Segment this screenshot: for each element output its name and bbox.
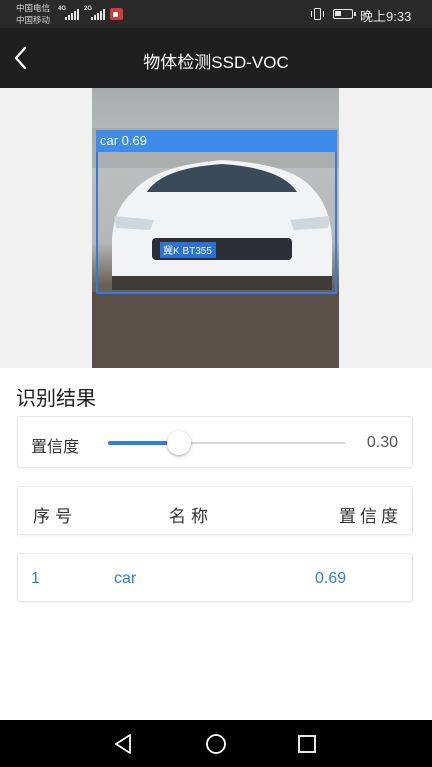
screen-record-icon [110,8,123,20]
column-header-confidence: 置信度 [339,507,402,526]
detection-image[interactable]: 冀K BT355 car 0.69 [92,88,339,368]
results-table-header: 序号 名称 置信度 [17,486,413,535]
slider-thumb[interactable] [167,431,191,455]
row-name: car [114,570,137,587]
confidence-label: 置信度 [31,439,80,456]
nav-home-icon [206,734,226,754]
nav-home-button[interactable] [202,730,230,758]
image-preview-area: 冀K BT355 car 0.69 [0,88,432,368]
confidence-value: 0.30 [366,434,398,451]
battery-icon [333,9,356,19]
detection-box [96,130,337,294]
confidence-slider[interactable] [108,431,346,455]
row-index: 1 [31,570,40,587]
app-header: 物体检测SSD-VOC [0,28,432,88]
column-header-name: 名称 [169,507,213,526]
column-header-index: 序号 [33,507,77,526]
status-time: 晚上9:33 [360,9,412,24]
results-title: 识别结果 [16,388,96,410]
row-confidence: 0.69 [315,570,347,587]
nav-back-button[interactable] [110,730,138,758]
nav-back-icon [115,734,131,754]
page-title: 物体检测SSD-VOC [143,53,289,72]
status-bar: 中国电信 中国移动 4G 2G 晚上9:33 [0,0,432,28]
carrier-info: 中国电信 中国移动 [16,2,50,26]
detection-label: car 0.69 [96,130,337,152]
vibrate-icon [310,7,325,21]
table-row[interactable]: 1 car 0.69 [17,553,413,602]
carrier-1: 中国电信 [16,3,51,13]
nav-recent-icon [298,735,316,753]
carrier-2: 中国移动 [16,15,51,25]
confidence-card: 置信度 0.30 [17,416,413,468]
nav-recent-button[interactable] [293,730,321,758]
system-nav-bar [0,720,432,767]
